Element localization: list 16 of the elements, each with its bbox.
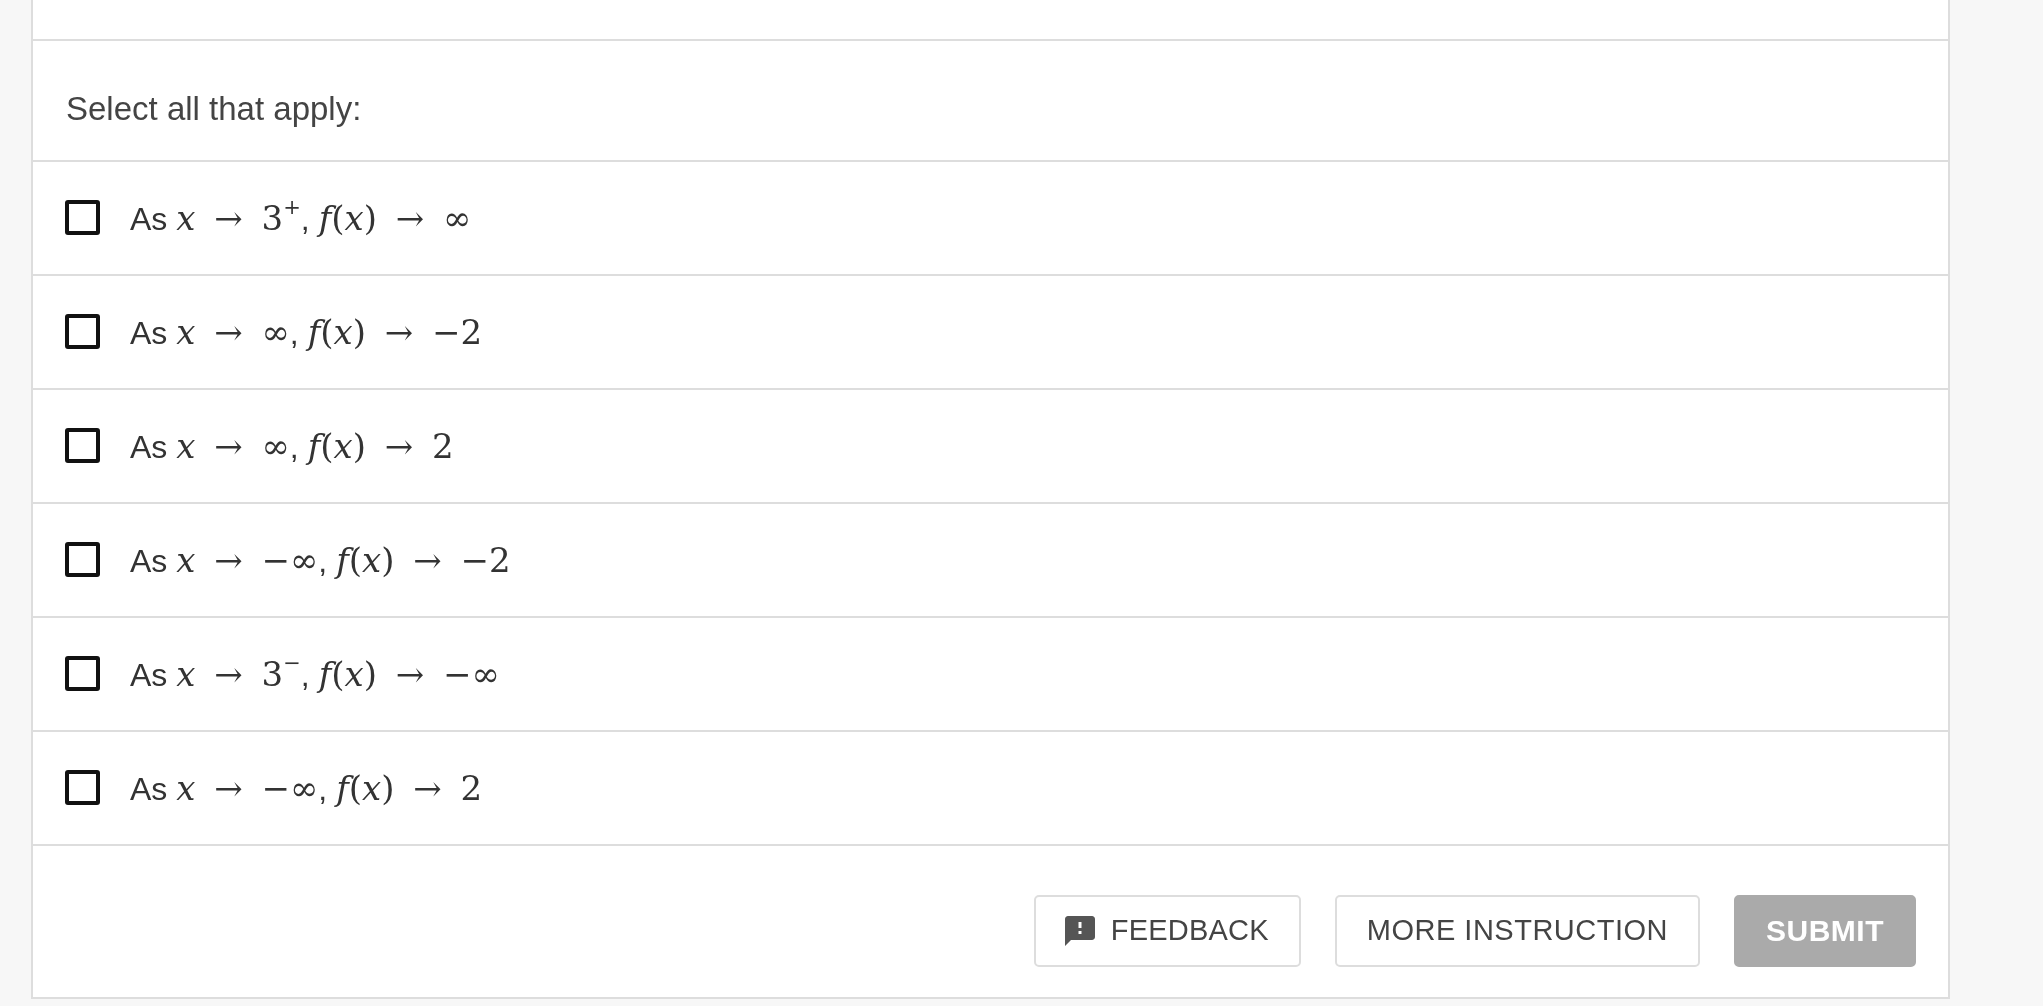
checkbox[interactable] [65, 770, 100, 806]
option-text: As x → −∞, f(x) → −2 [130, 538, 511, 582]
option-text: As x → ∞, f(x) → 2 [130, 424, 454, 468]
feedback-button[interactable]: FEEDBACK [1033, 894, 1301, 967]
option-text: As x → −∞, f(x) → 2 [130, 766, 483, 810]
more-instruction-button[interactable]: MORE INSTRUCTION [1334, 894, 1700, 967]
checkbox[interactable] [65, 428, 100, 464]
option-text: As x → 3$^{−}$, f(x) → −∞ [130, 651, 500, 696]
question-prompt: Select all that apply: [66, 89, 362, 130]
checkbox[interactable] [65, 314, 100, 350]
option-text: As x → 3$^{+}$, f(x) → ∞ [130, 195, 472, 240]
checkbox[interactable] [65, 200, 100, 236]
feedback-icon [1064, 915, 1095, 946]
option-text: As x → ∞, f(x) → −2 [130, 310, 483, 354]
checkbox[interactable] [65, 656, 100, 692]
checkbox[interactable] [65, 542, 100, 578]
